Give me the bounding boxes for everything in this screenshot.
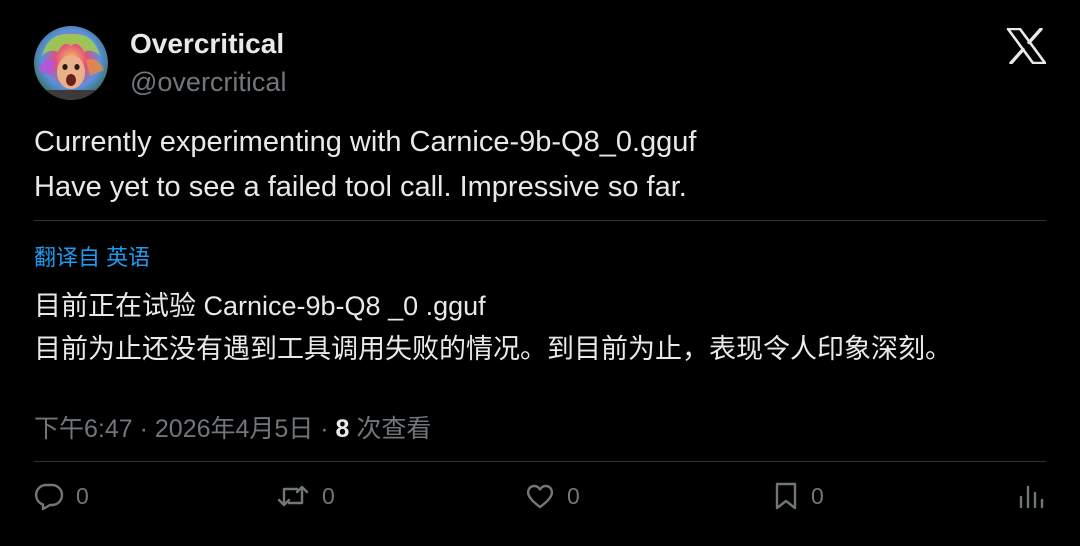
retweet-count: 0 [322, 482, 335, 509]
views-label: 次查看 [349, 415, 432, 443]
post-date[interactable]: 2026年4月5日 [155, 415, 313, 443]
bookmark-icon [773, 481, 799, 511]
analytics-icon [1016, 481, 1046, 511]
analytics-button[interactable] [1016, 476, 1046, 516]
x-logo-icon[interactable] [1006, 27, 1047, 65]
post-text: Currently experimenting with Carnice-9b-… [34, 120, 696, 210]
reply-icon [34, 481, 64, 511]
retweet-icon [276, 481, 310, 511]
avatar[interactable] [34, 26, 108, 100]
avatar-image [34, 26, 108, 100]
user-handle[interactable]: @overcritical [130, 67, 286, 98]
post-time[interactable]: 下午6:47 [34, 415, 133, 443]
bookmark-count: 0 [811, 482, 824, 509]
like-button[interactable]: 0 [525, 476, 580, 516]
reply-count: 0 [76, 482, 89, 509]
meta-separator: · [313, 415, 336, 443]
divider [34, 220, 1046, 221]
translated-text-line: 目前正在试验 Carnice-9b-Q8 _0 .gguf [34, 291, 486, 321]
reply-button[interactable]: 0 [34, 476, 89, 516]
post-text-line: Have yet to see a failed tool call. Impr… [34, 171, 687, 203]
post-meta: 下午6:47 · 2026年4月5日 · 8 次查看 [34, 409, 431, 445]
post-text-line: Currently experimenting with Carnice-9b-… [34, 126, 697, 158]
translated-text-line: 目前为止还没有遇到工具调用失败的情况。到目前为止，表现令人印象深刻。 [34, 334, 952, 364]
meta-separator: · [132, 415, 155, 443]
display-name[interactable]: Overcritical [130, 28, 284, 60]
action-bar: 0 0 0 0 [0, 476, 1080, 516]
bookmark-button[interactable]: 0 [773, 476, 824, 516]
like-icon [525, 481, 555, 511]
retweet-button[interactable]: 0 [276, 476, 335, 516]
divider [34, 461, 1046, 462]
post-card: Overcritical @overcritical Currently exp… [0, 0, 1080, 546]
translation-source-label[interactable]: 翻译自 英语 [34, 240, 150, 272]
translated-text: 目前正在试验 Carnice-9b-Q8 _0 .gguf 目前为止还没有遇到工… [34, 285, 952, 371]
views-count: 8 [335, 415, 350, 443]
like-count: 0 [567, 482, 580, 509]
